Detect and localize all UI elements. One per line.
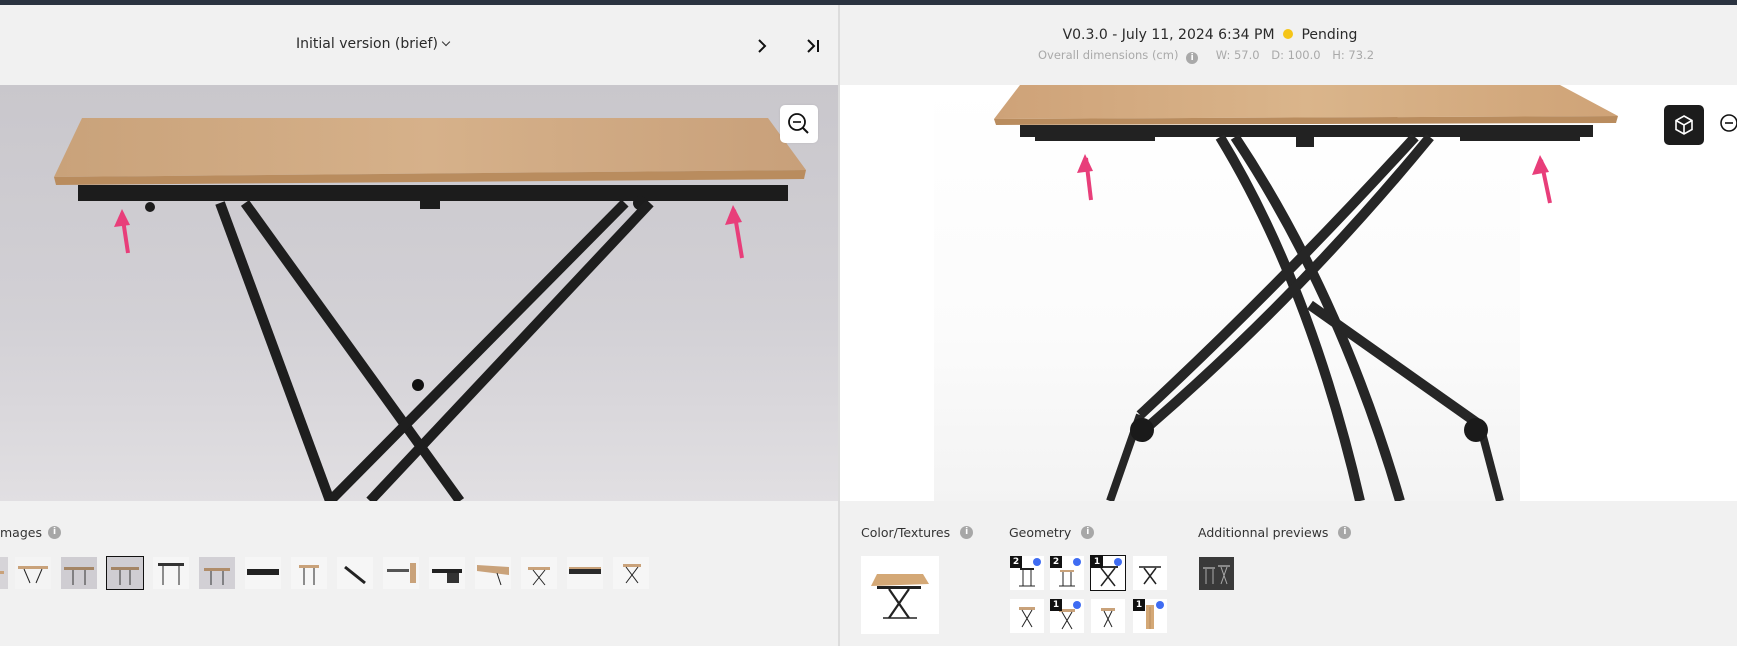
- image-thumbnail[interactable]: [383, 557, 419, 589]
- geometry-option[interactable]: 1: [1050, 599, 1084, 633]
- geometry-option[interactable]: [1010, 599, 1044, 633]
- new-indicator-dot: [1114, 558, 1122, 566]
- images-section-label: mages i: [0, 525, 61, 540]
- status-dot: [1283, 29, 1293, 39]
- height-value: H: 73.2: [1332, 48, 1375, 62]
- geometry-section-label: Geometry i: [1009, 525, 1095, 540]
- geometry-option[interactable]: 2: [1010, 556, 1044, 590]
- version-dropdown[interactable]: Initial version (brief): [296, 36, 451, 52]
- additional-preview-thumbnail[interactable]: [1199, 557, 1234, 590]
- cube-3d-icon: [1675, 115, 1693, 135]
- info-icon[interactable]: i: [1186, 52, 1199, 64]
- render-preview: [840, 85, 1737, 501]
- geometry-label: Geometry: [1009, 525, 1072, 540]
- image-thumbnail[interactable]: [15, 557, 51, 589]
- geometry-option-selected[interactable]: 1: [1090, 555, 1126, 591]
- depth-value: D: 100.0: [1271, 48, 1321, 62]
- additional-previews-label: Additionnal previews: [1198, 525, 1329, 540]
- geometry-count-badge: 2: [1050, 556, 1062, 568]
- new-indicator-dot: [1073, 558, 1081, 566]
- image-thumbnail[interactable]: [613, 557, 649, 589]
- image-thumbnail[interactable]: [475, 557, 511, 589]
- image-thumbnail[interactable]: [0, 557, 8, 589]
- geometry-count-badge: 2: [1010, 556, 1022, 568]
- status-text: Pending: [1301, 27, 1358, 43]
- version-info: V0.3.0 - July 11, 2024 6:34 PM Pending: [840, 27, 1580, 43]
- image-thumbnail-selected[interactable]: [106, 556, 144, 590]
- info-icon[interactable]: i: [1338, 526, 1352, 539]
- geometry-option[interactable]: 2: [1050, 556, 1084, 590]
- image-thumbnail[interactable]: [245, 557, 281, 589]
- reference-table-illustration: [54, 118, 806, 501]
- zoom-in-icon: [788, 113, 809, 134]
- preview-image: [1199, 557, 1234, 590]
- chevron-down-icon: [441, 37, 451, 47]
- image-thumbnail[interactable]: [153, 557, 189, 589]
- info-icon[interactable]: i: [960, 526, 974, 539]
- dimensions-label: Overall dimensions (cm): [1037, 48, 1179, 62]
- new-indicator-dot: [1073, 601, 1081, 609]
- view-3d-button[interactable]: [1664, 105, 1704, 145]
- info-icon[interactable]: i: [1081, 526, 1095, 539]
- info-icon[interactable]: i: [47, 526, 61, 539]
- right-header: V0.3.0 - July 11, 2024 6:34 PM Pending O…: [840, 5, 1737, 85]
- color-texture-swatch[interactable]: [861, 556, 939, 634]
- dimensions-line: Overall dimensions (cm) i W: 57.0 D: 100…: [840, 48, 1580, 64]
- zoom-in-button[interactable]: [780, 105, 818, 143]
- image-thumbnail[interactable]: [61, 557, 97, 589]
- version-dropdown-label: Initial version (brief): [296, 36, 438, 52]
- texture-preview-image: [871, 574, 929, 619]
- geometry-option[interactable]: [1133, 556, 1167, 590]
- image-thumbnail[interactable]: [199, 557, 235, 589]
- geometry-count-badge: 1: [1133, 599, 1145, 611]
- chevron-right-icon[interactable]: [752, 36, 772, 56]
- geometry-count-badge: 1: [1050, 599, 1062, 611]
- left-header: Initial version (brief): [0, 5, 838, 85]
- zoom-out-icon[interactable]: [1718, 112, 1737, 134]
- geometry-option[interactable]: 1: [1133, 599, 1167, 633]
- new-indicator-dot: [1033, 558, 1041, 566]
- image-thumbnail[interactable]: [429, 557, 465, 589]
- version-text: V0.3.0 - July 11, 2024 6:34 PM: [1062, 27, 1275, 43]
- color-textures-section-label: Color/Textures i: [861, 525, 974, 540]
- pane-divider: [838, 5, 840, 646]
- skip-to-last-icon[interactable]: [803, 36, 823, 56]
- reference-photo: [0, 85, 838, 501]
- width-value: W: 57.0: [1215, 48, 1260, 62]
- image-thumbnail[interactable]: [567, 557, 603, 589]
- render-table-illustration: [994, 85, 1618, 501]
- geometry-option[interactable]: [1091, 599, 1125, 633]
- color-textures-label: Color/Textures: [861, 525, 951, 540]
- image-thumbnail[interactable]: [521, 557, 557, 589]
- geometry-count-badge: 1: [1091, 556, 1103, 568]
- new-indicator-dot: [1156, 601, 1164, 609]
- images-label: mages: [0, 525, 42, 540]
- additional-previews-section-label: Additionnal previews i: [1198, 525, 1352, 540]
- image-thumbnail[interactable]: [291, 557, 327, 589]
- image-thumbnail[interactable]: [337, 557, 373, 589]
